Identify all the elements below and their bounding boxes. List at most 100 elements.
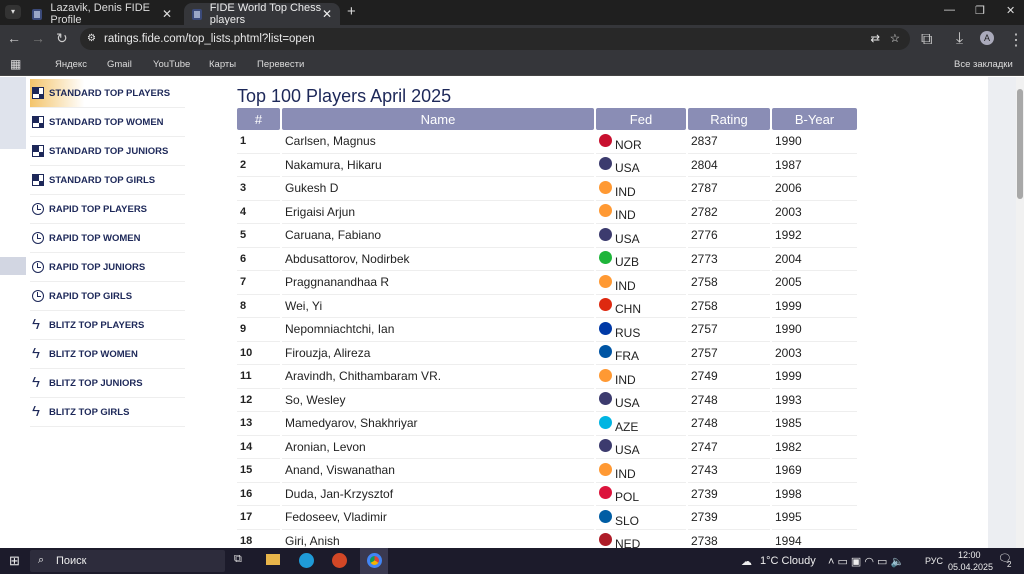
rating-cell: 2739 (688, 506, 770, 530)
rating-cell: 2757 (688, 342, 770, 365)
menu-icon[interactable]: ⋮ (1008, 30, 1024, 50)
player-name-link[interactable]: Caruana, Fabiano (282, 224, 594, 248)
sidebar-item-blitz-top-girls[interactable]: ϟ BLITZ TOP GIRLS (30, 398, 185, 427)
sidebar-item-label: RAPID TOP WOMEN (49, 232, 141, 244)
federation-cell: IND (596, 271, 686, 295)
sidebar-item-label: RAPID TOP GIRLS (49, 290, 133, 302)
sidebar-item-standard-top-women[interactable]: STANDARD TOP WOMEN (30, 108, 185, 137)
sidebar-item-rapid-top-girls[interactable]: RAPID TOP GIRLS (30, 282, 185, 311)
column-header[interactable]: Name (282, 108, 594, 130)
clock-time[interactable]: 12:00 (958, 550, 981, 560)
avatar[interactable]: A (980, 31, 994, 45)
powerpoint-icon[interactable] (332, 553, 347, 568)
forward-icon[interactable]: → (31, 30, 45, 46)
federation-cell: SLO (596, 506, 686, 530)
bookmark-youtube[interactable]: YouTube (153, 59, 190, 70)
player-name-link[interactable]: Abdusattorov, Nodirbek (282, 248, 594, 271)
explorer-icon[interactable] (266, 554, 280, 565)
bookmark-maps[interactable]: Карты (209, 59, 236, 70)
sidebar: STANDARD TOP PLAYERS STANDARD TOP WOMEN ST… (30, 79, 185, 427)
sidebar-item-rapid-top-women[interactable]: RAPID TOP WOMEN (30, 224, 185, 253)
sidebar-item-rapid-top-players[interactable]: RAPID TOP PLAYERS (30, 195, 185, 224)
player-name-link[interactable]: Duda, Jan-Krzysztof (282, 483, 594, 506)
birth-year-cell: 2006 (772, 177, 857, 201)
table-row: 5 Caruana, Fabiano USA 2776 1992 (237, 224, 857, 248)
player-name-link[interactable]: Firouzja, Alireza (282, 342, 594, 365)
rank-cell: 15 (237, 459, 280, 483)
clock-icon (32, 261, 44, 273)
tab-search-button[interactable]: ▾ (5, 5, 21, 19)
table-row: 9 Nepomniachtchi, Ian RUS 2757 1990 (237, 318, 857, 342)
bookmark-translate[interactable]: Перевести (257, 59, 304, 70)
sidebar-item-standard-top-juniors[interactable]: STANDARD TOP JUNIORS (30, 137, 185, 166)
rank-cell: 13 (237, 412, 280, 436)
task-view-icon[interactable]: ⧉ (234, 553, 242, 566)
chrome-icon[interactable] (360, 548, 388, 574)
birth-year-cell: 2003 (772, 342, 857, 365)
federation-cell: UZB (596, 248, 686, 271)
flag-icon (599, 345, 612, 359)
player-name-link[interactable]: Anand, Viswanathan (282, 459, 594, 483)
translate-icon[interactable]: ⇄ (870, 28, 880, 50)
rank-cell: 3 (237, 177, 280, 201)
all-bookmarks[interactable]: Все закладки (954, 59, 1013, 70)
close-icon[interactable]: ✕ (162, 7, 172, 21)
weather-text[interactable]: 1°C Cloudy (760, 555, 816, 567)
player-name-link[interactable]: Nepomniachtchi, Ian (282, 318, 594, 342)
table-row: 17 Fedoseev, Vladimir SLO 2739 1995 (237, 506, 857, 530)
table-row: 10 Firouzja, Alireza FRA 2757 2003 (237, 342, 857, 365)
scrollbar[interactable] (1016, 77, 1024, 548)
sidebar-item-rapid-top-juniors[interactable]: RAPID TOP JUNIORS (30, 253, 185, 282)
tab-fide-profile[interactable]: Lazavik, Denis FIDE Profile ✕ (24, 2, 180, 26)
edge-icon[interactable] (299, 553, 314, 568)
sidebar-item-blitz-top-women[interactable]: ϟ BLITZ TOP WOMEN (30, 340, 185, 369)
sidebar-item-blitz-top-players[interactable]: ϟ BLITZ TOP PLAYERS (30, 311, 185, 340)
download-icon[interactable]: ⤓ (956, 30, 963, 48)
minimize-button[interactable]: — (944, 4, 955, 16)
column-header[interactable]: B-Year (772, 108, 857, 130)
apps-icon[interactable]: ▦ (10, 57, 21, 71)
reload-icon[interactable]: ↻ (56, 30, 68, 47)
sidebar-item-standard-top-girls[interactable]: STANDARD TOP GIRLS (30, 166, 185, 195)
player-name-link[interactable]: Aravindh, Chithambaram VR. (282, 365, 594, 389)
taskbar-search[interactable]: ⌕ Поиск (30, 550, 225, 572)
player-name-link[interactable]: Praggnanandhaa R (282, 271, 594, 295)
player-name-link[interactable]: Wei, Yi (282, 295, 594, 318)
player-name-link[interactable]: Mamedyarov, Shakhriyar (282, 412, 594, 436)
back-icon[interactable]: ← (7, 30, 21, 46)
bookmark-yandex[interactable]: Яндекс (55, 59, 87, 70)
player-name-link[interactable]: Erigaisi Arjun (282, 201, 594, 224)
player-name-link[interactable]: So, Wesley (282, 389, 594, 412)
maximize-button[interactable]: ❐ (975, 4, 985, 17)
tray-icons[interactable]: ˄ ▭ ▣ ◠ ▭ 🔈 (828, 555, 904, 568)
close-window-button[interactable]: ✕ (1006, 4, 1015, 17)
player-name-link[interactable]: Carlsen, Magnus (282, 130, 594, 154)
tab-fide-top-players[interactable]: FIDE World Top Chess players ✕ (184, 2, 340, 26)
close-icon[interactable]: ✕ (322, 7, 332, 21)
birth-year-cell: 1992 (772, 224, 857, 248)
player-name-link[interactable]: Gukesh D (282, 177, 594, 201)
table-row: 14 Aronian, Levon USA 2747 1982 (237, 436, 857, 459)
bookmark-gmail[interactable]: Gmail (107, 59, 132, 70)
start-button[interactable]: ⊞ (9, 553, 20, 569)
player-name-link[interactable]: Aronian, Levon (282, 436, 594, 459)
column-header[interactable]: # (237, 108, 280, 130)
site-info-icon[interactable]: ⚙ (87, 28, 96, 50)
chessboard-icon (32, 87, 44, 99)
language-indicator[interactable]: РУС (925, 556, 943, 566)
column-header[interactable]: Rating (688, 108, 770, 130)
player-name-link[interactable]: Nakamura, Hikaru (282, 154, 594, 177)
extensions-icon[interactable]: ⧉ (921, 31, 932, 49)
column-header[interactable]: Fed (596, 108, 686, 130)
federation-cell: AZE (596, 412, 686, 436)
clock-date[interactable]: 05.04.2025 (948, 562, 993, 572)
table-row: 6 Abdusattorov, Nodirbek UZB 2773 2004 (237, 248, 857, 271)
new-tab-button[interactable]: + (347, 3, 356, 20)
player-name-link[interactable]: Fedoseev, Vladimir (282, 506, 594, 530)
bookmark-star-icon[interactable]: ☆ (890, 28, 900, 50)
clock-icon (32, 232, 44, 244)
rating-cell: 2747 (688, 436, 770, 459)
sidebar-item-blitz-top-juniors[interactable]: ϟ BLITZ TOP JUNIORS (30, 369, 185, 398)
sidebar-item-standard-top-players[interactable]: STANDARD TOP PLAYERS (30, 79, 185, 108)
address-bar[interactable]: ⚙ ratings.fide.com/top_lists.phtml?list=o… (80, 28, 910, 50)
